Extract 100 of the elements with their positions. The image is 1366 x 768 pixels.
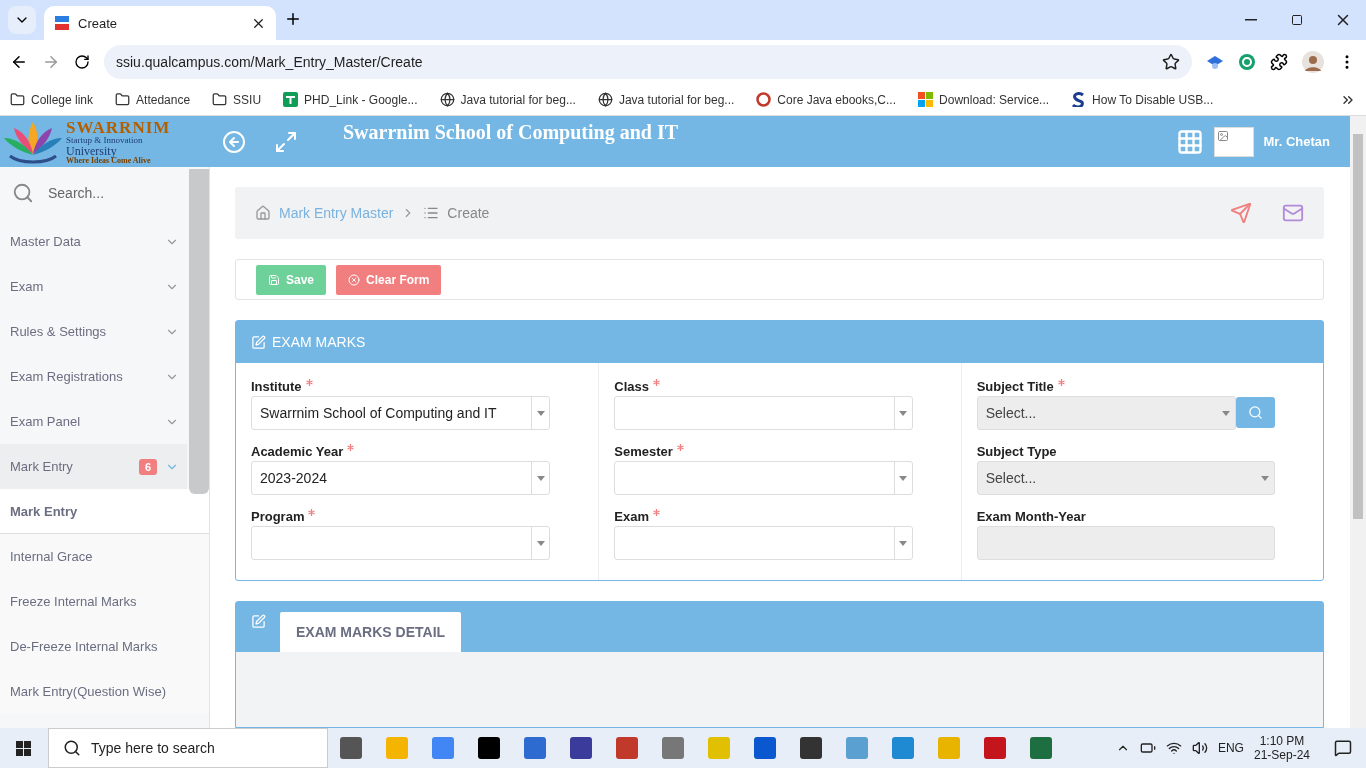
field-label: Exam Month-Year <box>976 509 1086 524</box>
browser-tab[interactable]: Create <box>44 6 276 40</box>
search-button[interactable] <box>1236 397 1275 428</box>
count-badge: 6 <box>138 458 157 475</box>
field-label: Subject Title <box>976 379 1054 394</box>
graduation-cap-icon[interactable] <box>1206 53 1224 71</box>
profile-avatar-icon[interactable] <box>1302 51 1324 73</box>
select-field[interactable] <box>614 396 913 430</box>
sidebar-item[interactable]: Exam Registrations <box>0 354 187 399</box>
taskbar-search-field[interactable]: Type here to search <box>48 728 328 768</box>
select-field[interactable] <box>251 526 551 560</box>
caret-icon <box>899 410 908 416</box>
grammar-icon[interactable] <box>1238 53 1256 71</box>
reload-icon[interactable] <box>74 54 90 70</box>
taskbar-app-icon[interactable] <box>892 737 914 759</box>
network-icon <box>1165 740 1182 756</box>
caret-icon <box>536 540 545 546</box>
field-label: Program <box>251 509 305 524</box>
taskbar-app-icon[interactable] <box>846 737 868 759</box>
sidebar-item[interactable]: Master Data <box>0 219 187 264</box>
bookmark-link[interactable]: PHD_Link - Google... <box>283 92 418 107</box>
notifications-icon[interactable] <box>1334 739 1352 757</box>
search-icon <box>1248 405 1263 420</box>
taskbar-app-icon[interactable] <box>432 737 454 759</box>
detail-tab[interactable]: EXAM MARKS DETAIL <box>280 612 462 652</box>
s-shape-icon <box>1071 92 1087 107</box>
new-tab-icon[interactable] <box>284 10 302 28</box>
search-icon <box>12 182 34 204</box>
restore-icon <box>1291 14 1303 26</box>
bookmark-link[interactable]: Download: Service... <box>918 92 1050 107</box>
bookmark-link[interactable]: SSIU <box>212 92 262 107</box>
extensions-icon[interactable] <box>1270 53 1288 71</box>
taskbar-app-icon[interactable] <box>570 737 592 759</box>
sidebar-subitem[interactable]: Mark Entry <box>0 489 209 534</box>
language-indicator[interactable]: ENG <box>1217 741 1244 755</box>
breadcrumb-current: Create <box>447 205 490 221</box>
edit-icon <box>251 614 266 629</box>
list-icon <box>423 205 440 221</box>
folder-icon <box>212 92 228 107</box>
select-field[interactable]: Swarrnim School of Computing and IT <box>251 396 551 430</box>
taskbar-app-icon[interactable] <box>938 737 960 759</box>
sidebar-search-field[interactable]: Search... <box>0 167 187 219</box>
back-icon[interactable] <box>10 53 28 71</box>
sidebar-scrollbar[interactable] <box>189 169 209 494</box>
caret-icon <box>899 475 908 481</box>
select-field[interactable] <box>614 526 913 560</box>
sidebar-item[interactable]: Exam <box>0 264 187 309</box>
caret-icon <box>899 540 908 546</box>
broken-image-icon <box>1216 129 1229 142</box>
taskbar-app-icon[interactable] <box>754 737 776 759</box>
clear-icon <box>348 273 361 286</box>
card-title: EXAM MARKS <box>272 334 366 350</box>
volume-icon[interactable] <box>1191 740 1208 756</box>
bookmark-link[interactable]: Java tutorial for beg... <box>439 92 576 107</box>
sidebar-item[interactable]: Exam Panel <box>0 399 187 444</box>
bookmark-link[interactable]: College link <box>10 92 94 107</box>
fullscreen-button[interactable] <box>274 129 298 154</box>
home-icon <box>255 205 271 221</box>
taskbar-app-icon[interactable] <box>386 737 408 759</box>
bookmark-link[interactable]: Core Java ebooks,C... <box>756 92 897 107</box>
select-field[interactable]: Select... <box>976 461 1275 495</box>
select-field[interactable] <box>614 461 913 495</box>
logo-text: SWARRNIM Startup & Innovation University Where Ideas Come Alive <box>66 118 171 165</box>
badge-icon <box>756 92 772 107</box>
sidebar-item[interactable]: Mark Entry 6 <box>0 444 187 489</box>
taskbar-app-icon[interactable] <box>1030 737 1052 759</box>
caret-icon <box>1261 475 1269 481</box>
apps-grid-button[interactable] <box>1175 127 1204 156</box>
taskbar-clock[interactable]: 1:10 PM 21-Sep-24 <box>1253 734 1310 762</box>
taskbar-app-icon[interactable] <box>662 737 684 759</box>
address-bar[interactable]: ssiu.qualcampus.com/Mark_Entry_Master/Create <box>104 45 1192 79</box>
globe-icon <box>597 92 613 107</box>
send-icon[interactable] <box>1230 202 1252 224</box>
caret-icon <box>1222 410 1230 416</box>
field-label: Exam <box>614 509 650 524</box>
folder-icon <box>115 92 131 107</box>
sidebar-item[interactable]: Rules & Settings <box>0 309 187 354</box>
star-icon <box>1162 53 1180 71</box>
bookmark-link[interactable]: Java tutorial for beg... <box>597 92 735 107</box>
globe-icon <box>439 92 455 107</box>
taskbar-app-icon[interactable] <box>708 737 730 759</box>
search-icon <box>63 739 81 757</box>
taskbar-app-icon[interactable] <box>478 737 500 759</box>
select-field[interactable]: 2023-2024 <box>251 461 551 495</box>
forward-icon[interactable] <box>42 53 60 71</box>
taskbar-app-icon[interactable] <box>800 737 822 759</box>
page-scrollbar[interactable] <box>1350 116 1366 728</box>
expand-icon <box>274 129 298 154</box>
taskbar-app-icon[interactable] <box>524 737 546 759</box>
back-circle-button[interactable] <box>222 129 246 154</box>
folder-icon <box>10 92 25 107</box>
input-field[interactable] <box>976 526 1275 560</box>
tab-search-button[interactable] <box>8 6 36 34</box>
taskbar-app-icon[interactable] <box>340 737 362 759</box>
taskbar-app-icon[interactable] <box>616 737 638 759</box>
bookmark-link[interactable]: Attedance <box>115 92 191 107</box>
bookmark-link[interactable]: How To Disable USB... <box>1071 92 1214 107</box>
taskbar-app-icon[interactable] <box>984 737 1006 759</box>
select-field[interactable]: Select... <box>976 396 1236 430</box>
mail-icon[interactable] <box>1282 202 1304 224</box>
